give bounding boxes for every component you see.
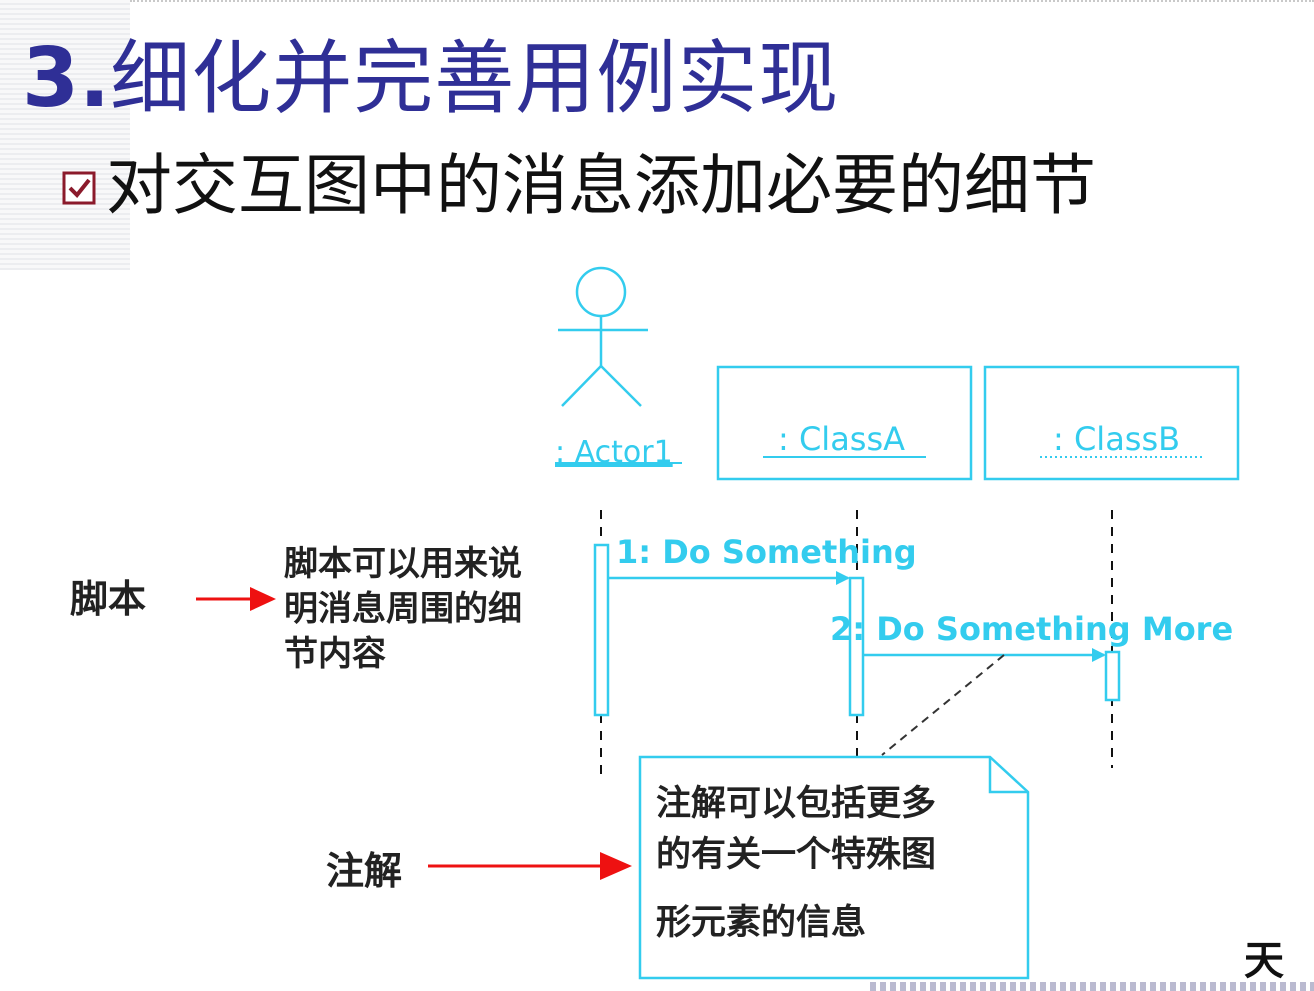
script-label: 脚本 <box>70 577 146 621</box>
classb-label: : ClassB <box>1053 420 1180 458</box>
classb-activation-bar <box>1104 650 1121 702</box>
note-text-line-3: 形元素的信息 <box>656 902 866 943</box>
actor-figure <box>558 266 648 407</box>
sequence-diagram: : Actor1 : ClassA : ClassB 1: Do Somethi… <box>70 266 1240 980</box>
classa-label: : ClassA <box>778 420 905 458</box>
bottom-decoration-strip <box>870 982 1314 991</box>
note-label: 注解 <box>326 849 402 893</box>
message-2-label: 2: Do Something More <box>830 610 1233 648</box>
note-red-arrow <box>428 852 632 880</box>
note-text-line-2: 的有关一个特殊图 <box>656 835 936 875</box>
script-text-line-1: 脚本可以用来说 <box>284 544 522 584</box>
script-text-line-3: 节内容 <box>284 634 386 674</box>
note-anchor-line <box>881 654 1005 756</box>
script-text-line-2: 明消息周围的细 <box>284 589 522 629</box>
brand-fragment: 天 <box>1244 937 1284 984</box>
actor-label: : Actor1 <box>555 435 673 470</box>
note-text-line-1: 注解可以包括更多 <box>656 784 936 824</box>
script-red-arrow <box>196 587 276 611</box>
actor-activation-bar <box>593 543 610 717</box>
message-1-label: 1: Do Something <box>616 533 917 571</box>
